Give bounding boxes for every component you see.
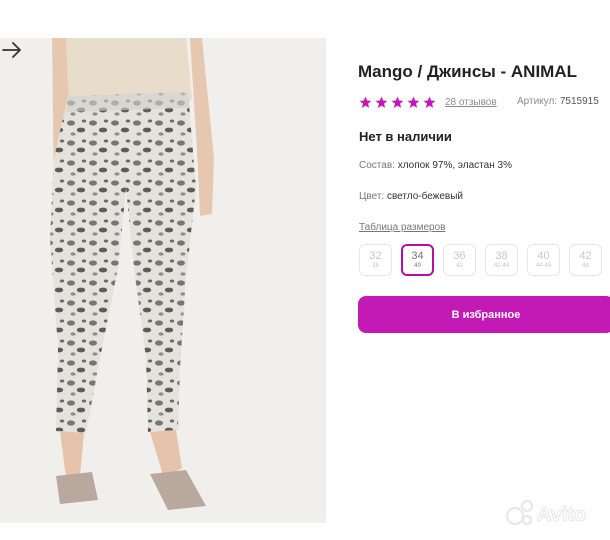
composition: Состав: хлопок 97%, эластан 3%: [359, 160, 512, 171]
size-number: 36: [453, 250, 466, 262]
add-to-favorites-button[interactable]: В избранное: [358, 296, 610, 333]
size-option-40[interactable]: 40 44-46: [527, 244, 560, 276]
article-number: Артикул: 7515915: [517, 96, 599, 107]
size-number: 42: [579, 250, 592, 262]
star-icon: [359, 96, 372, 108]
star-icon: [423, 96, 436, 108]
star-icon: [391, 96, 404, 108]
size-ru: 44-46: [535, 263, 552, 269]
size-option-42[interactable]: 42 48: [569, 244, 602, 276]
article-label: Артикул:: [517, 96, 558, 107]
size-option-32[interactable]: 32 38: [359, 244, 392, 276]
color-label: Цвет:: [359, 191, 385, 202]
product-photo: [0, 38, 326, 523]
composition-label: Состав:: [359, 160, 395, 171]
size-ru: 48: [582, 263, 589, 269]
size-ru: 42: [456, 263, 463, 269]
watermark-text: Avito: [537, 504, 586, 526]
article-value: 7515915: [559, 96, 599, 107]
composition-value: хлопок 97%, эластан 3%: [397, 160, 512, 171]
size-number: 38: [495, 250, 508, 262]
size-number: 40: [537, 250, 550, 262]
reviews-link[interactable]: 28 отзывов: [445, 97, 497, 108]
size-option-38[interactable]: 38 42-44: [485, 244, 518, 276]
arrow-right-icon[interactable]: [0, 38, 24, 62]
size-ru: 40: [414, 263, 421, 269]
product-title: Mango / Джинсы - ANIMAL: [358, 62, 577, 81]
model-illustration: [50, 38, 214, 510]
size-option-34[interactable]: 34 40: [401, 244, 434, 276]
size-table-link[interactable]: Таблица размеров: [359, 222, 445, 233]
size-ru: 38: [372, 263, 379, 269]
size-selector: 32 38 34 40 36 42 38 42-44 40 44-46 42 4…: [359, 244, 602, 276]
star-icon: [375, 96, 388, 108]
size-option-36[interactable]: 36 42: [443, 244, 476, 276]
stock-status: Нет в наличии: [359, 129, 452, 144]
product-color: Цвет: светло-бежевый: [359, 191, 463, 202]
size-number: 34: [411, 250, 424, 262]
size-ru: 42-44: [493, 263, 510, 269]
color-value: светло-бежевый: [386, 191, 463, 202]
rating-stars: 28 отзывов: [359, 94, 497, 110]
size-number: 32: [369, 250, 382, 262]
star-icon: [407, 96, 420, 108]
avito-logo: Avito: [505, 499, 587, 526]
